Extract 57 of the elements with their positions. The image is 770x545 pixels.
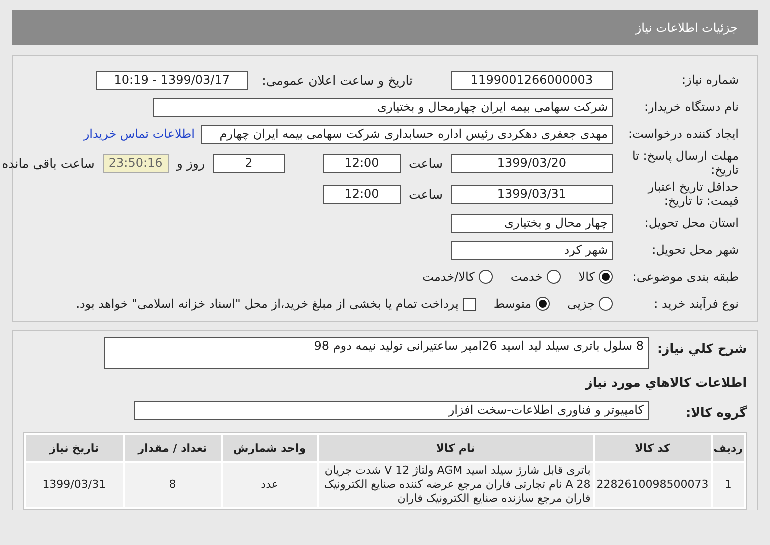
goods-group-field: کامپیوتر و فناوری اطلاعات-سخت افزار xyxy=(134,400,649,420)
field-label: تاریخ و ساعت اعلان عمومی: xyxy=(262,72,413,88)
field-label: نوع فرآیند خرید : xyxy=(653,297,739,311)
remaining-label: ساعت باقی مانده xyxy=(2,156,95,170)
radio-button[interactable] xyxy=(599,270,613,284)
field-label: شماره نیاز: xyxy=(681,73,739,87)
column-header: تعداد / مقدار xyxy=(124,435,221,461)
table-cell: 1399/03/31 xyxy=(26,463,123,507)
field-label: نام دستگاه خریدار: xyxy=(644,100,739,114)
column-header: تاریخ نیاز xyxy=(26,435,123,461)
goods-group-label: گروه کالا: xyxy=(685,404,747,420)
option-label: جزیی xyxy=(568,297,595,311)
option-label: کالا xyxy=(578,270,595,284)
field-label: شهر محل تحویل: xyxy=(651,243,739,257)
radio-button[interactable] xyxy=(536,297,550,311)
field-label: طبقه بندی موضوعی: xyxy=(632,270,739,284)
table-cell: عدد xyxy=(222,463,317,507)
buyer-contact-link[interactable]: اطلاعات تماس خریدار xyxy=(84,127,195,141)
validity-date-field: 1399/03/31 xyxy=(451,184,613,204)
deadline-time-field: 12:00 xyxy=(322,154,401,172)
time-label: ساعت xyxy=(408,186,443,202)
section-heading: اطلاعات کالاهاي مورد نياز xyxy=(584,375,747,390)
column-header: واحد شمارش xyxy=(222,435,317,461)
need-number-field: 1199001266000003 xyxy=(451,70,613,90)
radio-button[interactable] xyxy=(546,270,561,284)
deadline-date-field: 1399/03/20 xyxy=(451,154,613,172)
city-field: شهر کرد xyxy=(451,240,613,260)
buyer-field: شرکت سهامی بیمه ایران چهارمحال و بختیاری xyxy=(153,98,613,116)
option-label: خدمت xyxy=(510,270,543,284)
table-cell: 1 xyxy=(712,463,744,507)
days-label: روز و xyxy=(176,156,205,170)
province-field: چهار محال و بختیاری xyxy=(451,214,613,232)
checkbox[interactable] xyxy=(462,298,476,310)
creator-field: مهدی جعفری دهکردی رئیس اداره حسابداری شرکت سهامی بیمه ایران چهارم xyxy=(201,124,613,144)
field-label: استان محل تحویل: xyxy=(644,216,739,230)
time-label: ساعت xyxy=(408,156,443,170)
validity-time-field: 12:00 xyxy=(322,184,401,204)
option-label: متوسط xyxy=(494,297,532,311)
field-label: حداقل تاریخ اعتبار قیمت: تا تاریخ: xyxy=(646,180,739,208)
radio-button[interactable] xyxy=(478,270,493,284)
column-header: ردیف xyxy=(712,435,744,461)
description-label: شرح کلي نياز: xyxy=(656,340,747,356)
option-label: کالا/خدمت xyxy=(422,270,475,284)
table-cell: 2282610098500073 xyxy=(594,463,711,507)
field-label: مهلت ارسال پاسخ: تا تاریخ: xyxy=(631,149,739,177)
radio-button[interactable] xyxy=(599,297,613,311)
days-field: 2 xyxy=(212,154,285,172)
description-field: 8 سلول باتری سیلد لید اسید 26امپر ساعتیرانی تولید نیمه دوم 98 xyxy=(104,337,649,369)
remaining-time-field: 23:50:16 xyxy=(102,154,169,172)
table-cell: 8 xyxy=(124,463,221,507)
column-header: نام کالا xyxy=(318,435,593,461)
checkbox-label: پرداخت تمام یا بخشی از مبلغ خرید،از محل "اسناد خزانه اسلامی" خواهد بود. xyxy=(76,297,459,311)
field-label: ایجاد کننده درخواست: xyxy=(627,127,739,141)
announce-date-field: 1399/03/17 - 10:19 xyxy=(96,70,248,90)
table-cell: باتری قابل شارژ سیلد اسید AGM ولتاژ 12 V شدت جریان 28 A نام تجارتی فاران مرجع عرضه کننده صنایع الکترونیک فاران مرجع سازنده صنایع الکترونیک فاران xyxy=(318,463,593,507)
column-header: کد کالا xyxy=(594,435,711,461)
page-title: جزئیات اطلاعات نیاز xyxy=(636,20,738,34)
